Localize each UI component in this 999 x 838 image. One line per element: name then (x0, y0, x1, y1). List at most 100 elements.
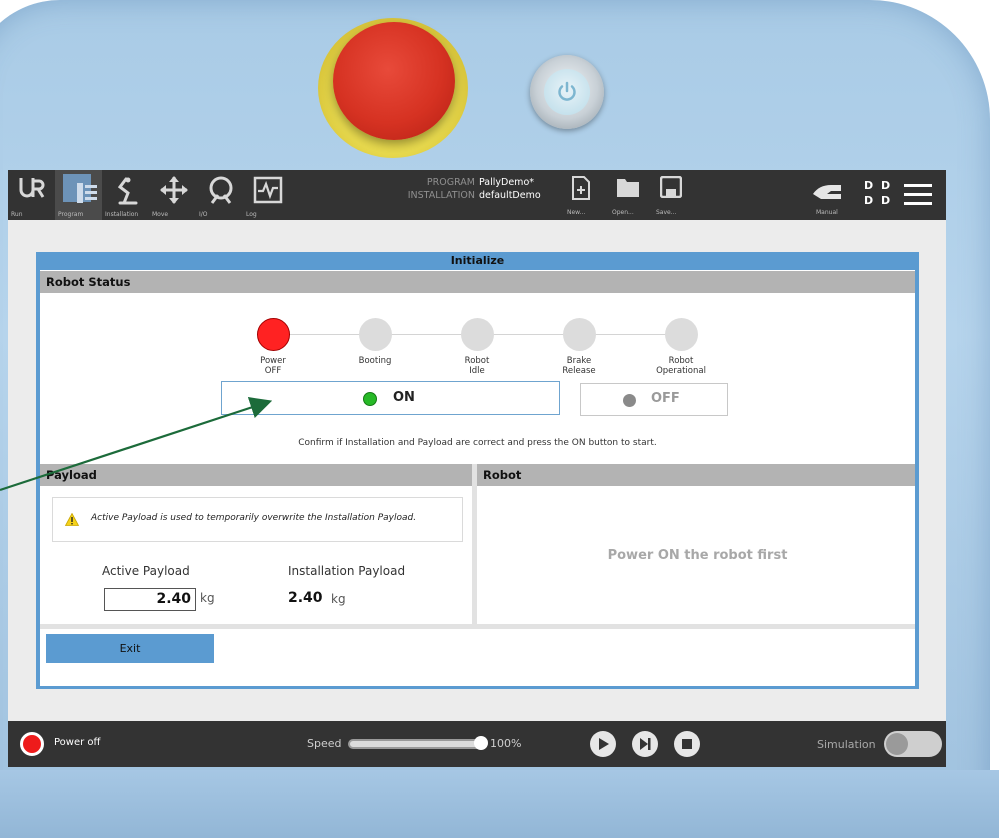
tab-run[interactable]: Run (8, 170, 55, 220)
open-file-button[interactable]: Open... (610, 174, 644, 218)
installation-key: INSTALLATION (407, 190, 475, 201)
io-icon (209, 176, 233, 204)
save-file-label: Save... (656, 209, 677, 216)
initialize-dialog: Initialize Robot Status Power OFF Bootin… (36, 252, 919, 689)
simulation-toggle-knob (886, 733, 908, 755)
tab-move[interactable]: Move (149, 170, 196, 220)
installation-icon (117, 177, 138, 205)
payload-warning-box: Active Payload is used to temporarily ov… (52, 497, 463, 542)
pendant-screen: Run Program Installation Move I/O Log PR… (8, 170, 946, 767)
power-status-text: Power off (54, 737, 101, 748)
power-on-button[interactable]: ON (221, 381, 560, 415)
tab-label: Run (11, 211, 23, 218)
power-icon (544, 69, 590, 115)
tab-label: Move (152, 211, 169, 218)
footer-divider (40, 624, 915, 629)
header-bar: Run Program Installation Move I/O Log PR… (8, 170, 946, 220)
save-icon (660, 176, 682, 198)
tab-installation[interactable]: Installation (102, 170, 149, 220)
status-step-label: Robot Operational (656, 356, 706, 376)
program-icon (63, 174, 97, 203)
tab-io[interactable]: I/O (196, 170, 243, 220)
open-file-label: Open... (612, 209, 634, 216)
speed-value: 100% (490, 737, 522, 750)
installation-name: defaultDemo (479, 190, 541, 201)
step-forward-icon (640, 738, 651, 750)
play-button[interactable] (590, 731, 616, 757)
simulation-label: Simulation (817, 738, 876, 751)
step-button[interactable] (632, 731, 658, 757)
simulation-toggle[interactable] (884, 731, 942, 757)
robot-status-header: Robot Status (40, 271, 915, 293)
status-step-label: Robot Idle (464, 356, 490, 376)
program-key: PROGRAM (426, 177, 475, 188)
move-icon (160, 176, 188, 204)
active-payload-label: Active Payload (102, 564, 190, 578)
status-step-label: Brake Release (562, 356, 596, 376)
off-label: OFF (651, 391, 680, 406)
confirm-instruction: Confirm if Installation and Payload are … (298, 438, 657, 448)
installation-payload-unit: kg (331, 592, 346, 606)
pendant-bottom (0, 770, 999, 838)
tab-label: Log (246, 211, 257, 218)
panel-divider (472, 464, 477, 624)
tab-log[interactable]: Log (243, 170, 290, 220)
program-name: PallyDemo* (479, 177, 535, 188)
play-icon (599, 738, 609, 750)
warning-icon (65, 513, 79, 526)
robot-status-panel: Power OFF Booting Robot Idle Brake Relea… (40, 294, 915, 470)
active-payload-unit: kg (200, 591, 215, 605)
status-dot (257, 318, 290, 351)
dd-line: D D (864, 194, 893, 207)
stage: Run Program Installation Move I/O Log PR… (0, 0, 999, 838)
power-off-button[interactable]: OFF (580, 383, 728, 416)
tab-label: I/O (199, 211, 208, 218)
manual-mode-label: Manual (816, 209, 838, 216)
status-dot (359, 318, 392, 351)
new-file-icon (572, 176, 590, 200)
status-dot (563, 318, 596, 351)
on-indicator-icon (363, 392, 377, 406)
warning-text: Active Payload is used to temporarily ov… (91, 513, 417, 523)
manual-mode-button[interactable]: Manual (808, 174, 848, 218)
save-file-button[interactable]: Save... (654, 174, 688, 218)
exit-button[interactable]: Exit (46, 634, 214, 663)
dd-line: D D (864, 179, 893, 192)
on-label: ON (393, 390, 415, 405)
new-file-label: New... (567, 209, 586, 216)
dialog-title: Initialize (450, 254, 505, 267)
installation-payload-value: 2.40 (288, 590, 323, 606)
tab-label: Program (58, 211, 84, 218)
robot-power-message: Power ON the robot first (607, 548, 788, 563)
hamburger-menu-icon[interactable] (904, 184, 932, 206)
payload-header: Payload (40, 464, 472, 486)
installation-payload-label: Installation Payload (288, 564, 406, 578)
status-step-label: Power OFF (260, 356, 286, 376)
status-step-label: Booting (358, 356, 392, 366)
power-status-icon[interactable] (20, 732, 44, 756)
hand-icon (813, 185, 841, 199)
speed-label: Speed (307, 737, 342, 750)
status-dot (665, 318, 698, 351)
hardware-power-button[interactable] (530, 55, 604, 129)
open-folder-icon (617, 179, 639, 197)
status-dot (461, 318, 494, 351)
ur-logo-icon (19, 178, 45, 198)
footer-bar: Power off Speed 100% Simulation (8, 721, 946, 767)
emergency-stop-button[interactable] (333, 22, 455, 140)
tab-label: Installation (105, 211, 139, 218)
speed-slider[interactable] (348, 739, 482, 749)
off-indicator-icon (623, 394, 636, 407)
robot-header: Robot (477, 464, 915, 486)
log-icon (253, 176, 283, 204)
stop-button[interactable] (674, 731, 700, 757)
tab-program[interactable]: Program (55, 170, 102, 220)
speed-slider-handle[interactable] (474, 736, 488, 750)
new-file-button[interactable]: New... (565, 174, 599, 218)
active-payload-value: 2.40 (156, 591, 191, 607)
stop-icon (682, 739, 692, 749)
dialog-body: Robot Status Power OFF Booting Robot Idl… (40, 270, 915, 686)
active-payload-input[interactable]: 2.40 (104, 588, 196, 611)
speed-dd-indicator: D D D D (864, 178, 892, 208)
program-info: PROGRAM PallyDemo* INSTALLATION defaultDem… (393, 176, 563, 202)
